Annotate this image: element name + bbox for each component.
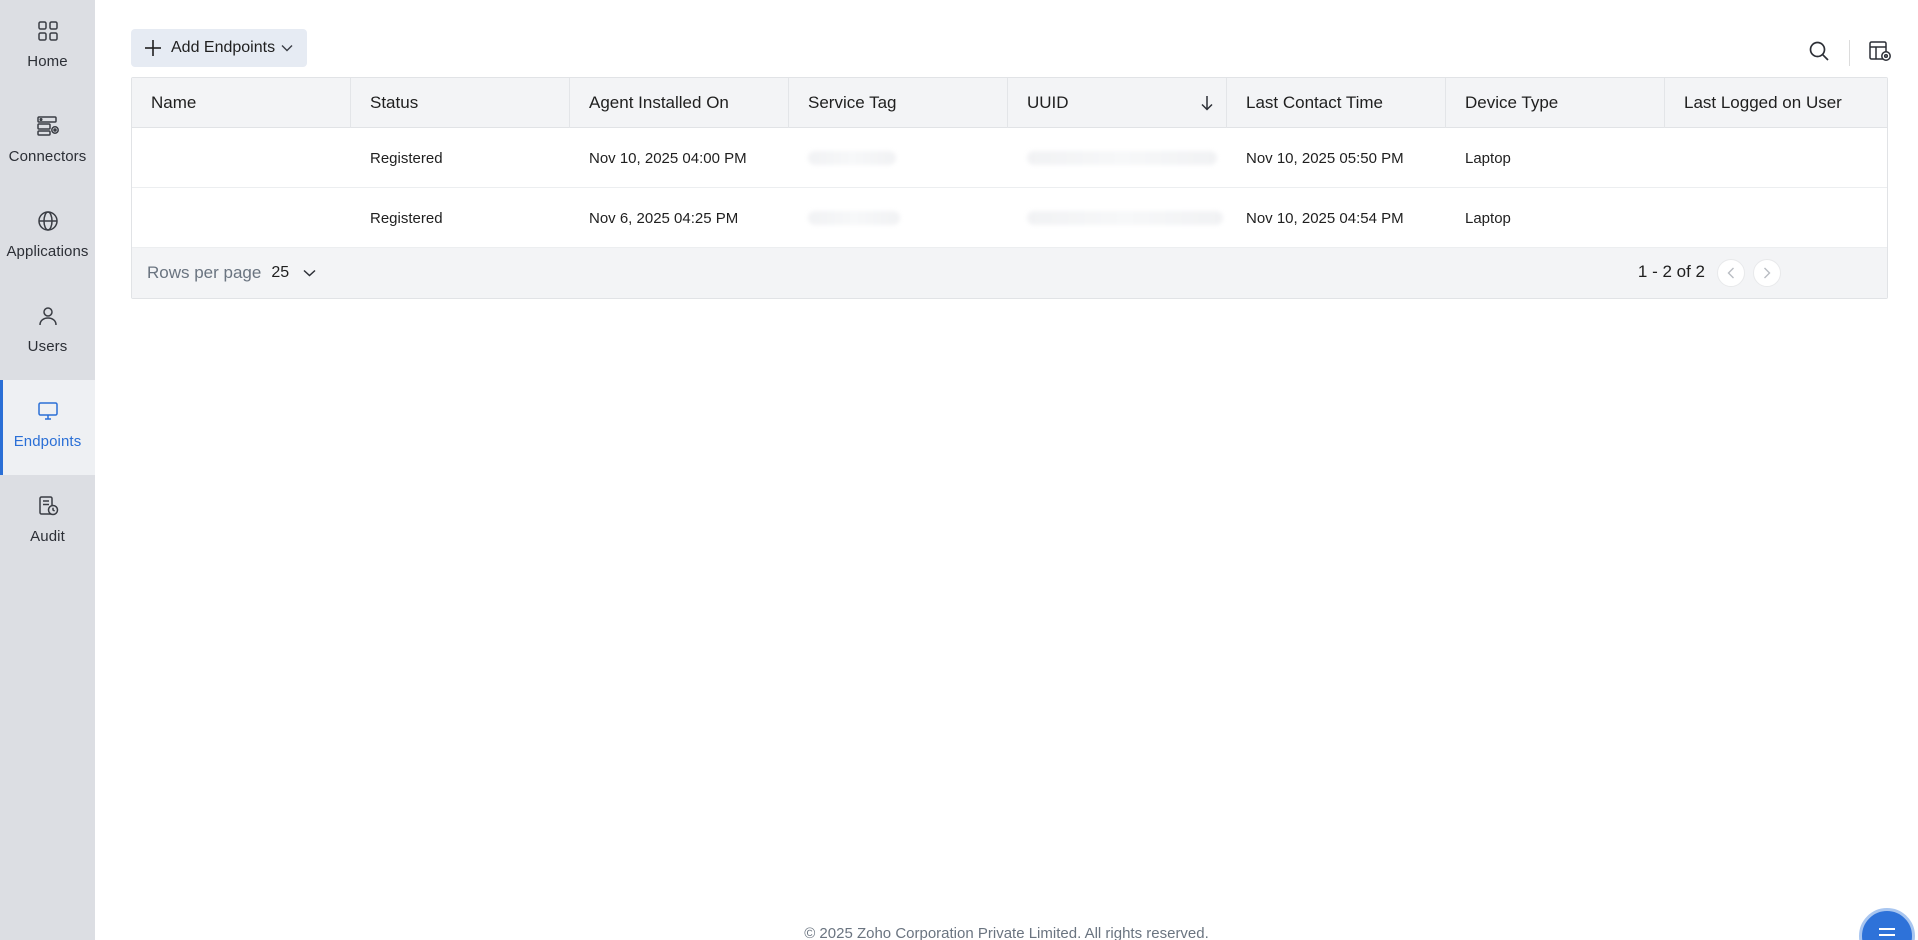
- cell-status: Registered: [370, 149, 443, 167]
- column-header-label: Device Type: [1465, 93, 1559, 112]
- search-icon: [1808, 40, 1830, 67]
- cell-agent-installed-on: Nov 6, 2025 04:25 PM: [589, 209, 739, 227]
- tool-divider: [1849, 40, 1850, 66]
- cell-service-tag: [789, 188, 1008, 248]
- cell-agent-installed-on: Nov 10, 2025 04:00 PM: [589, 149, 747, 167]
- column-settings-button[interactable]: [1864, 37, 1896, 69]
- user-icon: [35, 303, 61, 329]
- redacted-value: [1027, 211, 1223, 225]
- cell-device-type: Laptop: [1465, 149, 1511, 167]
- chevron-down-icon: [281, 44, 293, 52]
- table-footer: Rows per page 25 1 - 2 of 2: [132, 248, 1887, 298]
- cell-last-logged-on-user: [1665, 188, 1884, 248]
- add-endpoints-button[interactable]: Add Endpoints: [131, 29, 307, 67]
- column-header-last-logged-on-user[interactable]: Last Logged on User: [1665, 78, 1884, 128]
- sidebar-item-users[interactable]: Users: [0, 285, 95, 380]
- search-button[interactable]: [1803, 37, 1835, 69]
- column-header-service-tag[interactable]: Service Tag: [789, 78, 1008, 128]
- cell-status: Registered: [370, 209, 443, 227]
- sidebar-item-label: Audit: [30, 528, 65, 545]
- cell-uuid: [1008, 188, 1227, 248]
- sidebar-item-label: Endpoints: [13, 433, 82, 450]
- sidebar-item-label: Home: [27, 53, 68, 70]
- menu-icon: [1877, 927, 1897, 940]
- cell-last-logged-on-user: [1665, 128, 1884, 188]
- sidebar: Home Connectors Applications Users Endpo…: [0, 0, 95, 940]
- sidebar-item-home[interactable]: Home: [0, 0, 95, 95]
- sidebar-item-audit[interactable]: Audit: [0, 475, 95, 570]
- sidebar-item-label: Applications: [6, 243, 89, 260]
- cell-device-type: Laptop: [1465, 209, 1511, 227]
- column-header-device-type[interactable]: Device Type: [1446, 78, 1665, 128]
- column-header-label: Last Logged on User: [1684, 93, 1842, 112]
- chevron-down-icon[interactable]: [303, 269, 316, 277]
- menu-fab-button[interactable]: [1859, 908, 1915, 940]
- cell-last-contact-time: Nov 10, 2025 05:50 PM: [1246, 149, 1404, 167]
- globe-icon: [35, 208, 61, 234]
- rows-per-page-label: Rows per page: [147, 263, 262, 282]
- cell-name: [132, 128, 351, 188]
- redacted-value: [808, 151, 896, 165]
- cell-service-tag: [789, 128, 1008, 188]
- main-content: Add Endpoints Name Status Agent Installe…: [95, 0, 1918, 940]
- table-header: Name Status Agent Installed On Service T…: [132, 78, 1887, 128]
- grid-icon: [35, 18, 61, 44]
- plus-icon: [143, 38, 163, 58]
- column-header-label: Service Tag: [808, 93, 897, 112]
- column-header-uuid[interactable]: UUID: [1008, 78, 1227, 128]
- redacted-value: [808, 211, 900, 225]
- column-header-status[interactable]: Status: [351, 78, 570, 128]
- cell-last-contact-time: Nov 10, 2025 04:54 PM: [1246, 209, 1404, 227]
- sidebar-item-endpoints[interactable]: Endpoints: [0, 380, 95, 475]
- column-header-last-contact-time[interactable]: Last Contact Time: [1227, 78, 1446, 128]
- table-row[interactable]: Registered Nov 10, 2025 04:00 PM Nov 10,…: [132, 128, 1887, 188]
- column-header-name[interactable]: Name: [132, 78, 351, 128]
- sidebar-item-label: Users: [27, 338, 68, 355]
- previous-page-button[interactable]: [1717, 259, 1745, 287]
- copyright-text: © 2025 Zoho Corporation Private Limited.…: [804, 925, 1209, 940]
- cell-uuid: [1008, 128, 1227, 188]
- table-settings-icon: [1868, 39, 1892, 68]
- sidebar-item-connectors[interactable]: Connectors: [0, 95, 95, 190]
- column-header-label: Last Contact Time: [1246, 93, 1384, 112]
- page-info: 1 - 2 of 2: [1637, 262, 1705, 281]
- endpoints-table: Name Status Agent Installed On Service T…: [131, 77, 1888, 299]
- redacted-value: [1027, 151, 1217, 165]
- sort-descending-icon[interactable]: [1200, 95, 1214, 116]
- next-page-button[interactable]: [1753, 259, 1781, 287]
- monitor-icon: [35, 398, 61, 424]
- column-header-label: UUID: [1027, 93, 1069, 112]
- column-header-label: Agent Installed On: [589, 93, 729, 112]
- cell-name: [132, 188, 351, 248]
- table-row[interactable]: Registered Nov 6, 2025 04:25 PM Nov 10, …: [132, 188, 1887, 248]
- rows-per-page-value[interactable]: 25: [271, 264, 289, 282]
- sidebar-item-label: Connectors: [8, 148, 87, 165]
- column-header-label: Name: [151, 93, 197, 112]
- server-gear-icon: [35, 113, 61, 139]
- column-header-label: Status: [370, 93, 419, 112]
- table-tools: [1803, 37, 1896, 69]
- column-header-agent-installed-on[interactable]: Agent Installed On: [570, 78, 789, 128]
- add-endpoints-label: Add Endpoints: [171, 39, 276, 56]
- sidebar-item-applications[interactable]: Applications: [0, 190, 95, 285]
- report-clock-icon: [35, 493, 61, 519]
- pager: [1717, 259, 1781, 287]
